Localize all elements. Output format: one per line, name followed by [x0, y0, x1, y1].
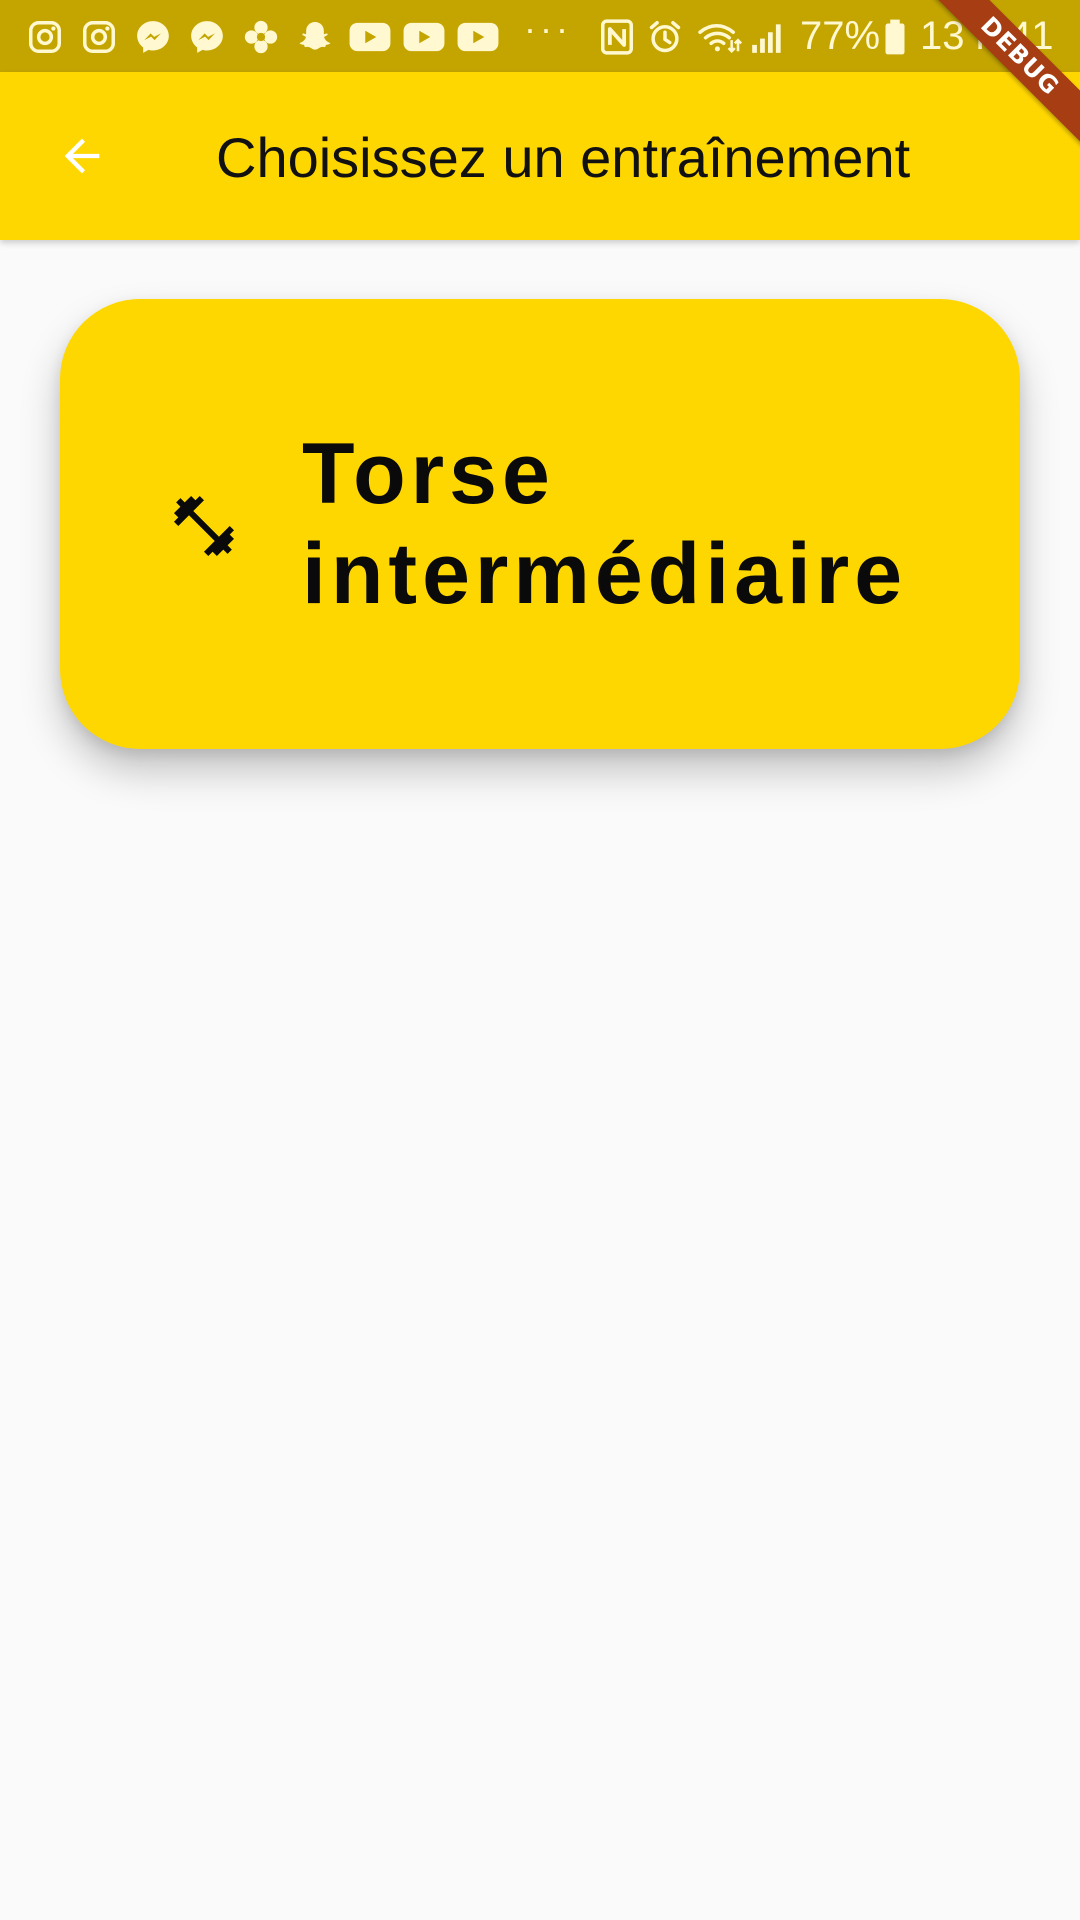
app-bar: Choisissez un entraînement — [0, 72, 1080, 240]
nfc-icon — [598, 18, 636, 56]
signal-icon — [748, 18, 788, 56]
wifi-icon — [696, 18, 742, 56]
instagram-icon — [80, 18, 118, 56]
arrow-back-icon — [64, 138, 100, 174]
youtube-icon — [348, 18, 392, 56]
battery-percent: 77% — [800, 14, 881, 58]
back-button[interactable] — [40, 114, 124, 198]
messenger-icon — [134, 18, 172, 56]
flower-icon — [242, 18, 280, 56]
overflow-indicator: ··· — [524, 8, 572, 49]
youtube-icon — [402, 18, 446, 56]
workout-title: Torse intermédiaire — [302, 426, 908, 622]
youtube-icon — [456, 18, 500, 56]
page-title: Choisissez un entraînement — [216, 126, 911, 189]
alarm-icon — [646, 18, 684, 56]
instagram-icon — [26, 18, 64, 56]
status-bar: ··· 77% 13 h 41 — [0, 0, 1080, 72]
snapchat-icon — [296, 18, 334, 56]
battery-icon — [880, 18, 910, 56]
messenger-icon — [188, 18, 226, 56]
fitness-center-icon — [168, 490, 240, 562]
